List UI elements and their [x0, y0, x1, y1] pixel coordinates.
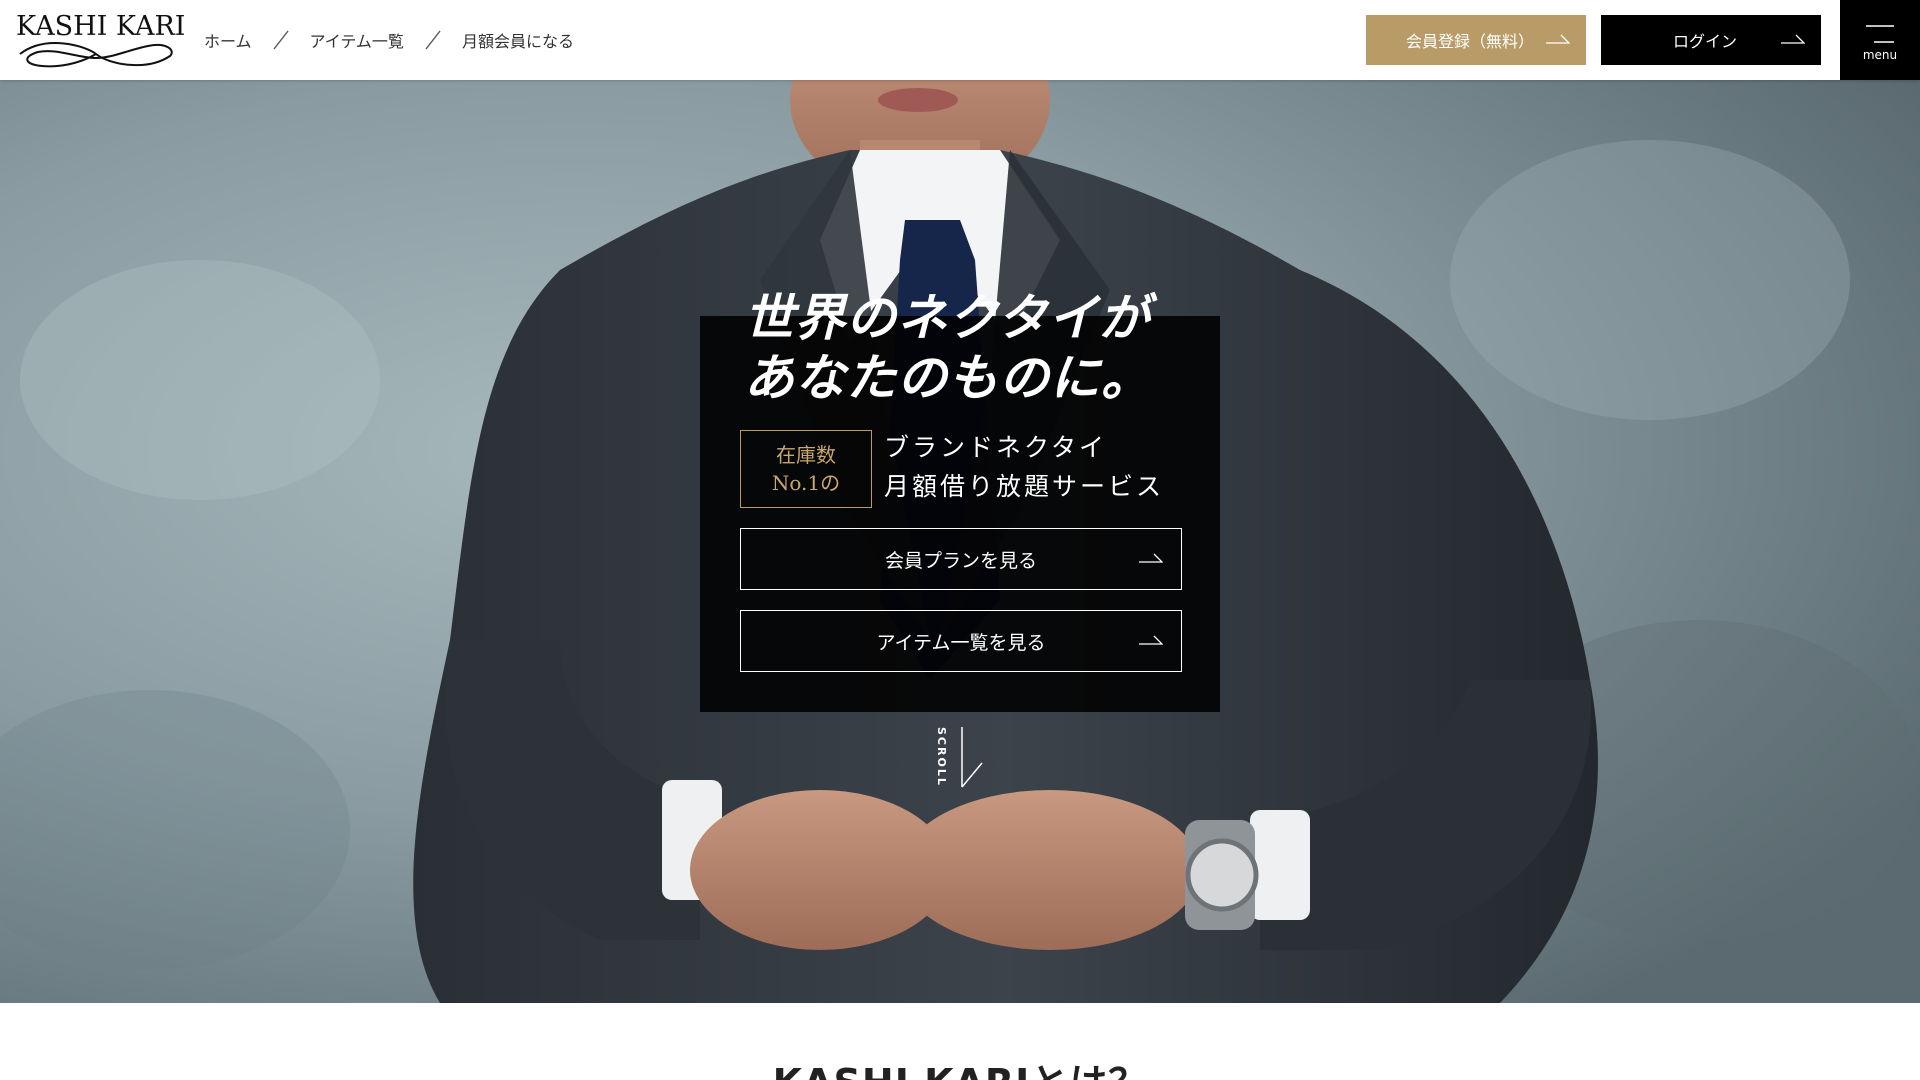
hero-catch-line1: 世界のネクタイが — [744, 289, 1150, 347]
menu-icon — [1866, 25, 1894, 43]
arrow-right-icon — [1139, 635, 1163, 645]
stock-badge-line2: No.1の — [771, 471, 841, 495]
site-logo[interactable]: KASHI KARI — [16, 12, 185, 68]
view-plans-button[interactable]: 会員プランを見る — [740, 528, 1182, 590]
breadcrumb-home[interactable]: ホーム — [204, 28, 252, 52]
register-button[interactable]: 会員登録（無料） — [1366, 15, 1586, 65]
menu-button[interactable]: menu — [1840, 0, 1920, 80]
service-line1: ブランドネクタイ — [884, 433, 1108, 462]
stock-badge: 在庫数 No.1の — [740, 430, 872, 508]
view-items-label: アイテム一覧を見る — [876, 631, 1046, 654]
about-section-title: KASHI KARIとは？ — [0, 1052, 1920, 1080]
hero-catch-line2: あなたのものに。 — [744, 349, 1152, 407]
breadcrumb-membership[interactable]: 月額会員になる — [462, 28, 574, 52]
breadcrumb-items[interactable]: アイテム一覧 — [310, 28, 404, 52]
slash-separator-icon — [404, 26, 462, 54]
hero-section: 世界のネクタイが あなたのものに。 在庫数 No.1の ブランドネクタイ 月額借… — [0, 80, 1920, 1003]
hero-catchphrase: 世界のネクタイが あなたのものに。 — [744, 288, 1152, 408]
stock-badge-line1: 在庫数 — [776, 443, 836, 467]
view-items-button[interactable]: アイテム一覧を見る — [740, 610, 1182, 672]
scroll-indicator[interactable]: SCROLL — [932, 725, 1002, 795]
view-plans-label: 会員プランを見る — [884, 549, 1037, 572]
login-button-label: ログイン — [1672, 32, 1737, 51]
service-line2: 月額借り放題サービス — [884, 472, 1165, 501]
arrow-right-icon — [1139, 553, 1163, 563]
login-button[interactable]: ログイン — [1601, 15, 1821, 65]
slash-separator-icon — [252, 26, 310, 54]
scroll-label: SCROLL — [935, 727, 948, 787]
service-description: ブランドネクタイ 月額借り放題サービス — [884, 428, 1164, 506]
register-button-label: 会員登録（無料） — [1405, 32, 1534, 51]
scroll-arrow-icon — [961, 727, 983, 788]
breadcrumb: ホーム アイテム一覧 月額会員になる — [204, 26, 574, 54]
arrow-right-icon — [1546, 34, 1570, 44]
site-header: KASHI KARI ホーム アイテム一覧 月額会員になる 会員登録（無料） ロ… — [0, 0, 1920, 80]
arrow-right-icon — [1781, 34, 1805, 44]
menu-label: menu — [1862, 48, 1898, 62]
logo-swash-icon — [19, 42, 173, 68]
